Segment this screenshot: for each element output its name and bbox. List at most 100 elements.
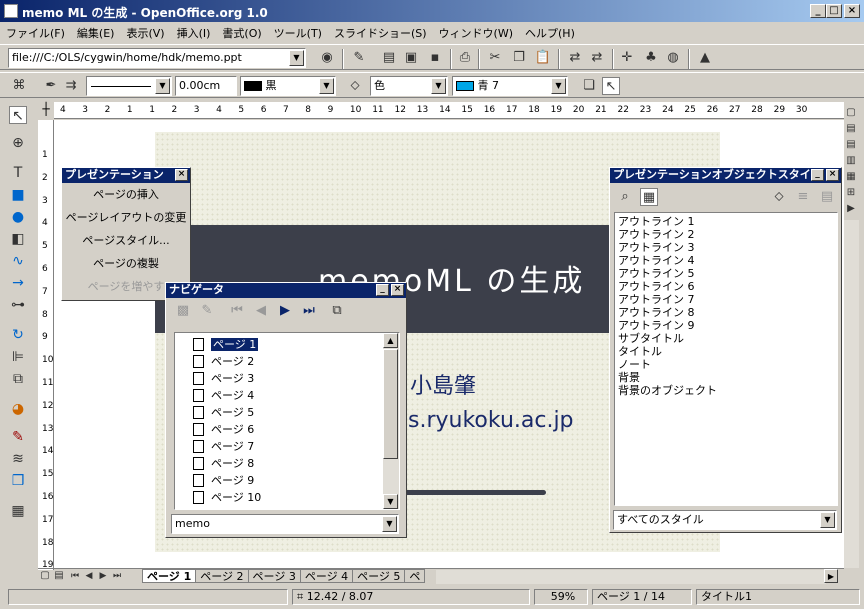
- next-page-icon[interactable]: ▶: [276, 302, 294, 320]
- navigator-minimize-button[interactable]: _: [376, 284, 389, 296]
- 3d-objects-icon[interactable]: ◧: [9, 230, 27, 248]
- presentation-box-icon[interactable]: ▦: [9, 502, 27, 520]
- effects-icon[interactable]: ⌘: [10, 77, 28, 95]
- gallery-icon[interactable]: ♣: [642, 49, 660, 67]
- tab-next-icon[interactable]: ▶: [96, 569, 110, 583]
- style-item[interactable]: サブタイトル: [618, 332, 834, 345]
- shadow-icon[interactable]: ❏: [580, 77, 598, 95]
- slide-email[interactable]: s.ryukoku.ac.jp: [408, 408, 574, 433]
- page-tab[interactable]: ページ 4: [299, 569, 354, 583]
- style-item[interactable]: アウトライン 2: [618, 228, 834, 241]
- line-icon[interactable]: ✒: [42, 77, 60, 95]
- styles-list[interactable]: アウトライン 1 アウトライン 2 アウトライン 3 アウトライン 4 アウトライン 5…: [614, 212, 838, 506]
- presentation-panel-title[interactable]: プレゼンテーション ×: [62, 168, 190, 183]
- area-color-select[interactable]: 青 7 ▼: [452, 76, 568, 96]
- cut-icon[interactable]: ✂: [486, 49, 504, 67]
- graphics-styles-icon[interactable]: ⌕: [616, 188, 634, 206]
- presentation-styles-icon[interactable]: ▦: [640, 188, 658, 206]
- line-style-dropdown[interactable]: ▼: [155, 78, 170, 94]
- menu-item[interactable]: ファイル(F): [0, 22, 71, 41]
- zoom-icon[interactable]: ⊕: [9, 134, 27, 152]
- ellipse-icon[interactable]: ●: [9, 208, 27, 226]
- menu-item[interactable]: ツール(T): [268, 22, 328, 41]
- slide-author[interactable]: 小島肇: [410, 368, 476, 400]
- navigator-page-item[interactable]: ページ 3: [191, 370, 399, 387]
- line-width-field[interactable]: 0.00cm: [175, 76, 237, 96]
- horizontal-ruler[interactable]: 4 3 2 1 1 2 3 4 5 6 7 8 9 10 11 12 13 14 15 16 17 18 19 20 21 22 2…: [38, 102, 844, 119]
- slideshow-icon[interactable]: ▶: [844, 200, 858, 218]
- image-icon[interactable]: ▲: [696, 49, 714, 67]
- navigator-page-item[interactable]: ページ 6: [191, 421, 399, 438]
- menu-item[interactable]: スライドショー(S): [328, 22, 433, 41]
- last-page-icon[interactable]: ⏭: [300, 302, 318, 320]
- arrange-icon[interactable]: ⧉: [9, 370, 27, 388]
- print-icon[interactable]: ⎙: [456, 49, 474, 67]
- page-tab[interactable]: ページ 1: [142, 569, 197, 583]
- menu-item[interactable]: ヘルプ(H): [519, 22, 581, 41]
- navigator-page-item[interactable]: ページ 4: [191, 387, 399, 404]
- navigator-list[interactable]: ページ 1 ページ 2 ページ 3 ページ 4 ページ 5 ページ 6 ページ 7 ページ 8…: [174, 332, 400, 510]
- rotate-icon[interactable]: ↻: [9, 326, 27, 344]
- navigator-page-item[interactable]: ページ 2: [191, 353, 399, 370]
- menu-item[interactable]: 書式(O): [216, 22, 267, 41]
- navigator-scrollbar[interactable]: ▲ ▼: [383, 333, 399, 509]
- style-item[interactable]: アウトライン 7: [618, 293, 834, 306]
- alignment-icon[interactable]: ⊫: [9, 348, 27, 366]
- navigator-document-dropdown[interactable]: ▼: [382, 516, 397, 532]
- fill-format-icon[interactable]: ⬦: [770, 188, 788, 206]
- style-item[interactable]: アウトライン 4: [618, 254, 834, 267]
- style-filter-dropdown[interactable]: ▼: [820, 512, 835, 528]
- minimize-button[interactable]: _: [810, 4, 826, 18]
- vertical-ruler[interactable]: 1 2 3 4 5 6 7 8 9 10 11 12 13 14 15 16 17 18 19: [38, 120, 54, 570]
- pen-icon[interactable]: ▩: [174, 302, 192, 320]
- style-item[interactable]: アウトライン 6: [618, 280, 834, 293]
- paste-icon[interactable]: 📋: [534, 49, 552, 67]
- page-tab[interactable]: ページ 2: [195, 569, 249, 583]
- styles-close-button[interactable]: ×: [826, 169, 839, 181]
- url-field[interactable]: file:///C:/OLS/cygwin/home/hdk/memo.ppt …: [8, 48, 306, 68]
- redo-icon[interactable]: ⇄: [588, 49, 606, 67]
- scroll-thumb[interactable]: [383, 349, 398, 459]
- master-view-icon[interactable]: ▤: [52, 569, 66, 583]
- copy-icon[interactable]: ❐: [510, 49, 528, 67]
- update-style-icon[interactable]: ▤: [818, 188, 836, 206]
- curve-icon[interactable]: ∿: [9, 252, 27, 270]
- tab-prev-icon[interactable]: ◀: [82, 569, 96, 583]
- open-folder-icon[interactable]: ▣: [402, 49, 420, 67]
- line-style-select[interactable]: ▼: [86, 76, 172, 96]
- status-zoom[interactable]: 59%: [534, 589, 588, 605]
- maximize-button[interactable]: □: [826, 4, 842, 18]
- previous-page-icon[interactable]: ◀: [252, 302, 270, 320]
- style-item[interactable]: アウトライン 3: [618, 241, 834, 254]
- interaction-icon[interactable]: ✎: [9, 428, 27, 446]
- navigator-page-item[interactable]: ページ 9: [191, 472, 399, 489]
- style-item[interactable]: 背景のオブジェクト: [618, 384, 834, 397]
- new-style-icon[interactable]: ≡: [794, 188, 812, 206]
- page-tab[interactable]: ページ 3: [247, 569, 301, 583]
- ruler-origin-icon[interactable]: ┼: [38, 102, 54, 119]
- style-filter-select[interactable]: すべてのスタイル ▼: [613, 510, 837, 530]
- presentation-item[interactable]: ページの挿入: [62, 183, 190, 206]
- undo-icon[interactable]: ⇄: [566, 49, 584, 67]
- stop-icon[interactable]: ◉: [318, 49, 336, 67]
- styles-panel-title[interactable]: プレゼンテーションオブジェクトスタイル _ ×: [610, 168, 841, 183]
- drag-mode-icon[interactable]: ⧉: [328, 302, 346, 320]
- area-icon[interactable]: ⬦: [346, 77, 364, 95]
- tab-last-icon[interactable]: ⏭: [110, 569, 124, 583]
- drawing-view-icon[interactable]: ▢: [38, 569, 52, 583]
- style-item[interactable]: ノート: [618, 358, 834, 371]
- line-color-dropdown[interactable]: ▼: [319, 78, 334, 94]
- arrow-style-icon[interactable]: ⇉: [62, 77, 80, 95]
- vertical-scrollbar[interactable]: [844, 220, 859, 568]
- navigator-page-item[interactable]: ページ 10: [191, 489, 399, 506]
- style-item[interactable]: アウトライン 9: [618, 319, 834, 332]
- style-item[interactable]: アウトライン 1: [618, 215, 834, 228]
- text-icon[interactable]: T: [9, 164, 27, 182]
- save-icon[interactable]: ▪: [426, 49, 444, 67]
- rectangle-icon[interactable]: ■: [9, 186, 27, 204]
- url-dropdown-button[interactable]: ▼: [289, 50, 304, 66]
- first-page-icon[interactable]: ⏮: [228, 302, 246, 320]
- hscroll-right-button[interactable]: ▶: [824, 569, 838, 583]
- presentation-item[interactable]: ページレイアウトの変更: [62, 206, 190, 229]
- pointer-icon[interactable]: ✎: [198, 302, 216, 320]
